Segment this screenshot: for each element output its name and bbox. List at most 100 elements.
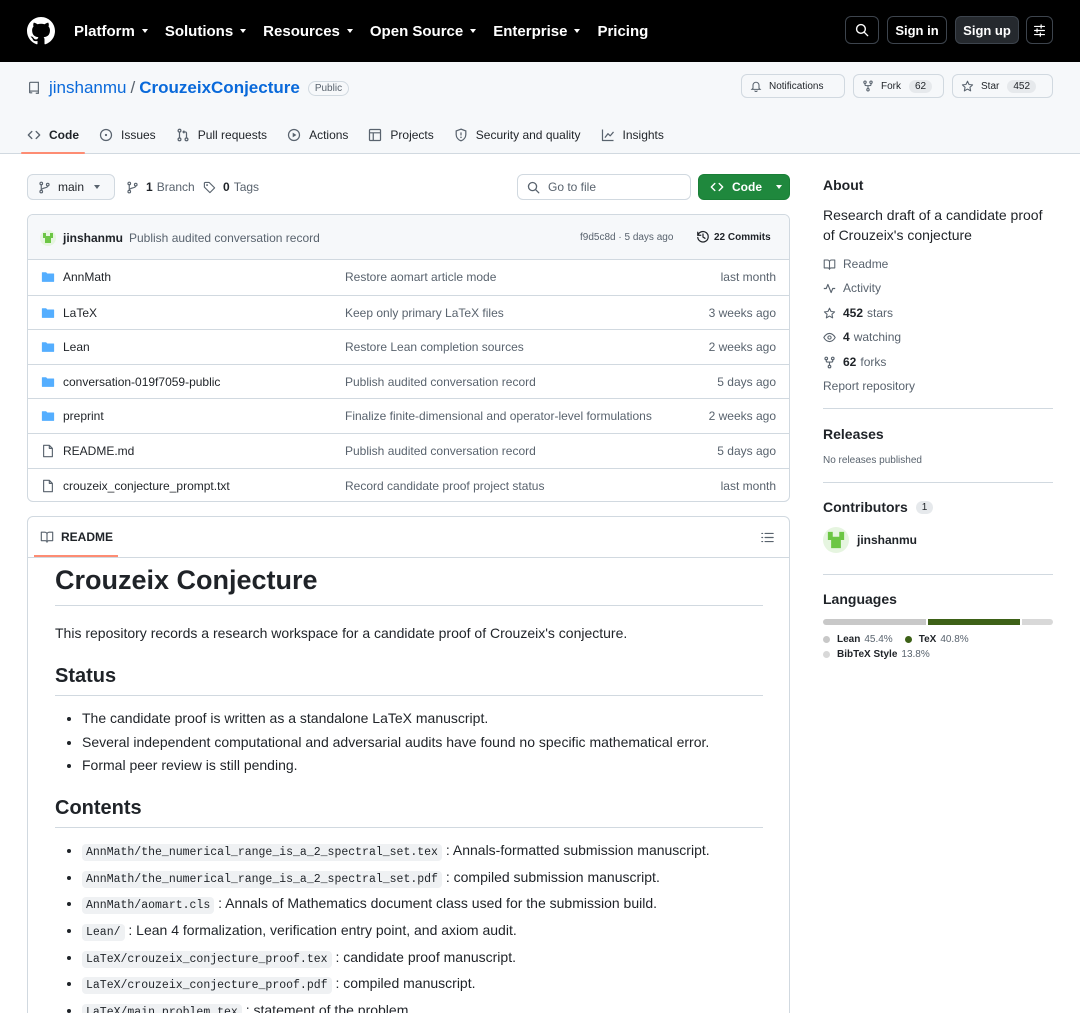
file-commit-message[interactable]: Publish audited conversation record	[345, 375, 536, 389]
code-span: Lean/	[82, 923, 125, 941]
table-row[interactable]: crouzeix_conjecture_prompt.txt Record can…	[28, 467, 789, 501]
releases-heading[interactable]: Releases	[823, 426, 884, 442]
language-item[interactable]: BibTeX Style 13.8%	[823, 649, 930, 660]
file-name[interactable]: README.md	[63, 444, 134, 458]
tab-issues[interactable]: Issues	[99, 117, 156, 153]
file-name[interactable]: LaTeX	[63, 306, 97, 320]
graph-icon	[601, 129, 614, 142]
nav-open-source[interactable]: Open Source	[370, 23, 477, 40]
table-row[interactable]: conversation-019f7059-public Publish audi…	[28, 363, 789, 399]
file-commit-message[interactable]: Publish audited conversation record	[345, 444, 536, 458]
watching-link[interactable]: 4 watching	[823, 330, 901, 344]
file-commit-message[interactable]: Record candidate proof project status	[345, 479, 544, 493]
star-icon	[823, 307, 836, 318]
branch-count-link[interactable]: 1 Branch	[126, 180, 195, 194]
file-name[interactable]: preprint	[63, 409, 104, 423]
commit-hash-time[interactable]: f9d5c8d · 5 days ago	[580, 232, 673, 243]
list-item: LaTeX/crouzeix_conjecture_proof.pdf : co…	[82, 973, 763, 996]
nav-solutions[interactable]: Solutions	[165, 23, 247, 40]
pull-request-icon	[177, 128, 189, 142]
file-name[interactable]: AnnMath	[63, 270, 111, 284]
sign-up-button[interactable]: Sign up	[955, 16, 1019, 44]
sign-in-button[interactable]: Sign in	[887, 16, 947, 44]
nav-pricing[interactable]: Pricing	[597, 23, 648, 40]
list-item: The candidate proof is written as a stan…	[82, 708, 763, 728]
status-heading: Status	[55, 665, 763, 696]
language-bar	[823, 619, 1053, 625]
table-row[interactable]: AnnMath Restore aomart article mode last m…	[28, 260, 789, 295]
watching-label: watching	[853, 330, 902, 344]
commits-link[interactable]: 22 Commits	[696, 230, 771, 244]
star-button[interactable]: Star 452	[952, 74, 1053, 98]
branch-name: main	[58, 180, 85, 194]
contributors-heading[interactable]: Contributors 1	[823, 499, 934, 515]
readme-tab-underline	[34, 555, 118, 557]
tab-security-label: Security and quality	[475, 128, 581, 142]
table-row[interactable]: README.md Publish audited conversation re…	[28, 432, 789, 468]
activity-link-label: Activity	[843, 281, 882, 295]
nav-resources[interactable]: Resources	[263, 23, 353, 40]
tab-projects[interactable]: Projects	[368, 117, 434, 153]
search-icon	[527, 181, 540, 193]
forks-link[interactable]: 62 forks	[823, 355, 886, 369]
file-rows: AnnMath Restore aomart article mode last m…	[28, 260, 789, 501]
repo-owner-link[interactable]: jinshanmu	[49, 78, 127, 98]
outline-list-icon[interactable]	[761, 531, 774, 544]
report-repository-link[interactable]: Report repository	[823, 379, 915, 393]
tab-code[interactable]: Code	[21, 117, 85, 154]
commit-author[interactable]: jinshanmu	[63, 231, 123, 245]
tab-actions[interactable]: Actions	[287, 117, 348, 153]
notifications-button[interactable]: Notifications	[741, 74, 845, 98]
fork-button[interactable]: Fork 62	[853, 74, 944, 98]
code-button[interactable]: Code	[698, 174, 790, 200]
github-logo-icon[interactable]	[27, 17, 55, 45]
watching-count: 4	[843, 330, 850, 344]
breadcrumb-separator: /	[130, 78, 136, 97]
tag-label: Tags	[233, 180, 260, 194]
stars-link[interactable]: 452 stars	[823, 306, 893, 320]
readme-link[interactable]: Readme	[823, 257, 888, 271]
latest-commit-bar: jinshanmu Publish audited conversation r…	[28, 215, 789, 260]
readme-tab[interactable]: README	[40, 530, 113, 544]
tag-count-link[interactable]: 0 Tags	[203, 180, 259, 194]
file-commit-message[interactable]: Restore Lean completion sources	[345, 340, 524, 354]
commit-message[interactable]: Publish audited conversation record	[129, 231, 320, 245]
language-name: TeX	[918, 634, 937, 645]
table-row[interactable]: Lean Restore Lean completion sources 2 wee…	[28, 329, 789, 364]
tab-insights[interactable]: Insights	[601, 117, 664, 153]
search-button[interactable]	[845, 16, 879, 44]
tab-security[interactable]: Security and quality	[454, 117, 581, 153]
stars-count: 452	[843, 306, 864, 320]
nav-enterprise[interactable]: Enterprise	[493, 23, 581, 40]
table-row[interactable]: LaTeX Keep only primary LaTeX files 3 week…	[28, 294, 789, 330]
repo-name-link[interactable]: CrouzeixConjecture	[139, 78, 300, 98]
readme-tab-label: README	[61, 530, 114, 544]
activity-link[interactable]: Activity	[823, 281, 881, 295]
settings-button[interactable]	[1026, 16, 1053, 44]
tab-pull-requests[interactable]: Pull requests	[176, 117, 267, 153]
tab-pull-requests-label: Pull requests	[197, 128, 268, 142]
file-name[interactable]: Lean	[63, 340, 90, 354]
file-name[interactable]: crouzeix_conjecture_prompt.txt	[63, 479, 230, 493]
file-commit-message[interactable]: Restore aomart article mode	[345, 270, 496, 284]
file-name[interactable]: conversation-019f7059-public	[63, 375, 220, 389]
status-list: The candidate proof is written as a stan…	[55, 708, 763, 775]
list-item: AnnMath/the_numerical_range_is_a_2_spect…	[82, 867, 763, 890]
shield-icon	[455, 128, 467, 142]
file-icon-wrap	[41, 479, 55, 493]
contributor-jinshanmu[interactable]: jinshanmu	[823, 527, 917, 553]
file-commit-message[interactable]: Finalize finite-dimensional and operator…	[345, 409, 652, 423]
branch-label: Branch	[156, 180, 195, 194]
readme-header: README	[28, 517, 789, 558]
go-to-file-input[interactable]: Go to file	[517, 174, 691, 200]
language-item[interactable]: Lean 45.4%	[823, 634, 893, 645]
file-commit-message[interactable]: Keep only primary LaTeX files	[345, 306, 504, 320]
readme-title: Crouzeix Conjecture	[55, 565, 763, 606]
branch-selector[interactable]: main	[27, 174, 115, 200]
nav-platform[interactable]: Platform	[74, 23, 148, 40]
avatar[interactable]	[40, 230, 56, 246]
table-row[interactable]: preprint Finalize finite-dimensional and …	[28, 398, 789, 433]
language-item[interactable]: TeX 40.8%	[904, 634, 969, 645]
book-icon	[40, 531, 54, 543]
file-table: jinshanmu Publish audited conversation r…	[27, 214, 790, 502]
